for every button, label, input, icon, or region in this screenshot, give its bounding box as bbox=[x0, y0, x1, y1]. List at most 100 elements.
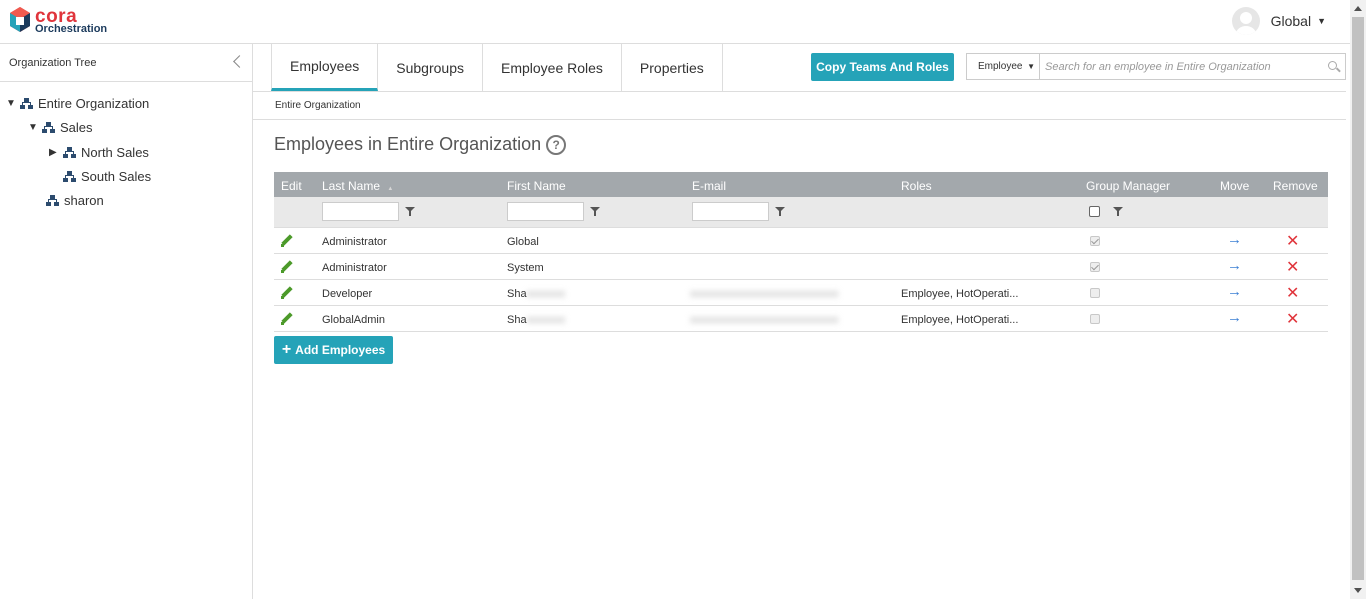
column-roles[interactable]: Roles bbox=[901, 179, 932, 193]
filter-icon[interactable] bbox=[587, 203, 603, 219]
filter-icon[interactable] bbox=[1110, 203, 1126, 219]
expand-arrow-icon[interactable]: ▶ bbox=[49, 147, 63, 158]
scrollbar-thumb[interactable] bbox=[1352, 17, 1364, 580]
tree-node-sales[interactable]: ▼ Sales bbox=[28, 120, 93, 135]
cora-logo-icon bbox=[10, 7, 30, 32]
tree-node-label: Entire Organization bbox=[38, 96, 150, 111]
logo-subtitle: Orchestration bbox=[35, 23, 108, 35]
column-first-name[interactable]: First Name bbox=[507, 179, 566, 193]
cora-logo[interactable]: cora Orchestration bbox=[9, 5, 107, 37]
chevron-down-icon: ▼ bbox=[1317, 16, 1326, 26]
tab-subgroups[interactable]: Subgroups bbox=[378, 44, 483, 91]
avatar bbox=[1231, 7, 1260, 35]
sort-ascending-icon: ▲ bbox=[387, 186, 394, 192]
scroll-down-icon[interactable] bbox=[1354, 588, 1362, 593]
copy-teams-and-roles-button[interactable]: Copy Teams And Roles bbox=[811, 53, 954, 81]
search-scope-value: Employee bbox=[978, 61, 1023, 72]
page-title-text: Employees in Entire Organization bbox=[274, 134, 542, 154]
move-arrow-icon[interactable]: → bbox=[1227, 309, 1242, 326]
tree-node-label: North Sales bbox=[81, 145, 149, 160]
tab-properties[interactable]: Properties bbox=[622, 44, 723, 91]
remove-x-icon[interactable]: ✕ bbox=[1286, 283, 1299, 303]
main-content: Employees Subgroups Employee Roles Prope… bbox=[253, 44, 1350, 599]
cell-first-name: Shaxxxxxxx bbox=[507, 288, 565, 300]
org-unit-icon bbox=[20, 98, 33, 109]
tree-node-south-sales[interactable]: South Sales bbox=[49, 169, 151, 184]
redacted-text: xxxxxxx bbox=[526, 288, 566, 300]
filter-icon[interactable] bbox=[402, 203, 418, 219]
cell-roles: Employee, HotOperati... bbox=[901, 288, 1019, 300]
edit-pencil-icon[interactable] bbox=[280, 312, 294, 326]
employee-search: Employee ▼ bbox=[966, 53, 1346, 80]
cell-roles: Employee, HotOperati... bbox=[901, 314, 1019, 326]
org-unit-icon bbox=[63, 147, 76, 158]
cell-first-name: Shaxxxxxxx bbox=[507, 314, 565, 326]
cell-last-name: GlobalAdmin bbox=[322, 314, 385, 326]
column-last-name[interactable]: Last Name ▲ bbox=[322, 179, 393, 193]
tab-employees[interactable]: Employees bbox=[271, 44, 379, 91]
sidebar: Organization Tree ▼ Entire Organization … bbox=[0, 44, 253, 599]
tree-node-sharon[interactable]: sharon bbox=[32, 193, 104, 208]
expand-arrow-icon[interactable]: ▼ bbox=[28, 122, 42, 133]
email-filter-input[interactable] bbox=[692, 202, 769, 221]
column-remove: Remove bbox=[1273, 179, 1318, 193]
move-arrow-icon[interactable]: → bbox=[1227, 231, 1242, 248]
tree-node-north-sales[interactable]: ▶ North Sales bbox=[49, 145, 149, 160]
edit-pencil-icon[interactable] bbox=[280, 234, 294, 248]
column-email[interactable]: E-mail bbox=[692, 179, 726, 193]
search-input[interactable] bbox=[1040, 54, 1323, 79]
add-employees-button[interactable]: + Add Employees bbox=[274, 336, 393, 364]
edit-pencil-icon[interactable] bbox=[280, 260, 294, 274]
table-row: GlobalAdmin Shaxxxxxxx xxxxxxxxxxxxxxxxx… bbox=[274, 306, 1328, 332]
first-name-filter-input[interactable] bbox=[507, 202, 584, 221]
tree-node-entire-organization[interactable]: ▼ Entire Organization bbox=[6, 96, 149, 111]
column-group-manager[interactable]: Group Manager bbox=[1086, 179, 1170, 193]
plus-icon: + bbox=[281, 341, 292, 358]
cell-first-name-text: Sha bbox=[507, 288, 527, 300]
user-name: Global bbox=[1270, 13, 1312, 29]
cell-last-name: Administrator bbox=[322, 262, 387, 274]
redacted-email: xxxxxxxxxxxxxxxxxxxxxxxxxxx bbox=[690, 314, 839, 326]
scroll-up-icon[interactable] bbox=[1354, 6, 1362, 11]
redacted-email: xxxxxxxxxxxxxxxxxxxxxxxxxxx bbox=[690, 288, 839, 300]
tab-employee-roles[interactable]: Employee Roles bbox=[483, 44, 622, 91]
group-manager-checkbox bbox=[1090, 262, 1100, 272]
sidebar-header: Organization Tree bbox=[0, 44, 252, 82]
column-last-name-label: Last Name bbox=[322, 179, 381, 193]
grid-header: Edit Last Name ▲ First Name E-mail Roles… bbox=[274, 172, 1328, 197]
move-arrow-icon[interactable]: → bbox=[1227, 283, 1242, 300]
breadcrumb[interactable]: Entire Organization bbox=[275, 100, 361, 111]
filter-icon[interactable] bbox=[772, 203, 788, 219]
search-icon[interactable] bbox=[1323, 54, 1345, 79]
move-arrow-icon[interactable]: → bbox=[1227, 257, 1242, 274]
cell-first-name: Global bbox=[507, 236, 539, 248]
grid-filter-row bbox=[274, 197, 1328, 228]
org-unit-icon bbox=[63, 171, 76, 182]
breadcrumb-bar: Entire Organization bbox=[253, 91, 1346, 120]
vertical-scrollbar[interactable] bbox=[1350, 0, 1366, 599]
group-manager-checkbox bbox=[1090, 314, 1100, 324]
org-unit-icon bbox=[46, 195, 59, 206]
remove-x-icon[interactable]: ✕ bbox=[1286, 309, 1299, 329]
sidebar-title: Organization Tree bbox=[9, 57, 97, 69]
column-edit: Edit bbox=[281, 179, 302, 193]
expand-arrow-icon[interactable]: ▼ bbox=[6, 98, 20, 109]
help-icon[interactable]: ? bbox=[546, 134, 567, 155]
org-unit-icon bbox=[42, 122, 55, 133]
table-row: Developer Shaxxxxxxx xxxxxxxxxxxxxxxxxxx… bbox=[274, 280, 1328, 306]
collapse-sidebar-icon[interactable] bbox=[232, 55, 242, 69]
last-name-filter-input[interactable] bbox=[322, 202, 399, 221]
user-menu[interactable]: Global ▼ bbox=[1231, 7, 1326, 35]
remove-x-icon[interactable]: ✕ bbox=[1286, 231, 1299, 251]
edit-pencil-icon[interactable] bbox=[280, 286, 294, 300]
redacted-text: xxxxxxx bbox=[526, 314, 566, 326]
employees-grid: Edit Last Name ▲ First Name E-mail Roles… bbox=[274, 172, 1328, 332]
table-row: Administrator System → ✕ bbox=[274, 254, 1328, 280]
remove-x-icon[interactable]: ✕ bbox=[1286, 257, 1299, 277]
cell-last-name: Developer bbox=[322, 288, 373, 300]
search-scope-select[interactable]: Employee ▼ bbox=[967, 54, 1040, 79]
tree-node-label: Sales bbox=[60, 120, 93, 135]
chevron-down-icon: ▼ bbox=[1027, 62, 1035, 71]
cell-first-name: System bbox=[507, 262, 544, 274]
group-manager-filter-checkbox[interactable] bbox=[1089, 206, 1100, 217]
